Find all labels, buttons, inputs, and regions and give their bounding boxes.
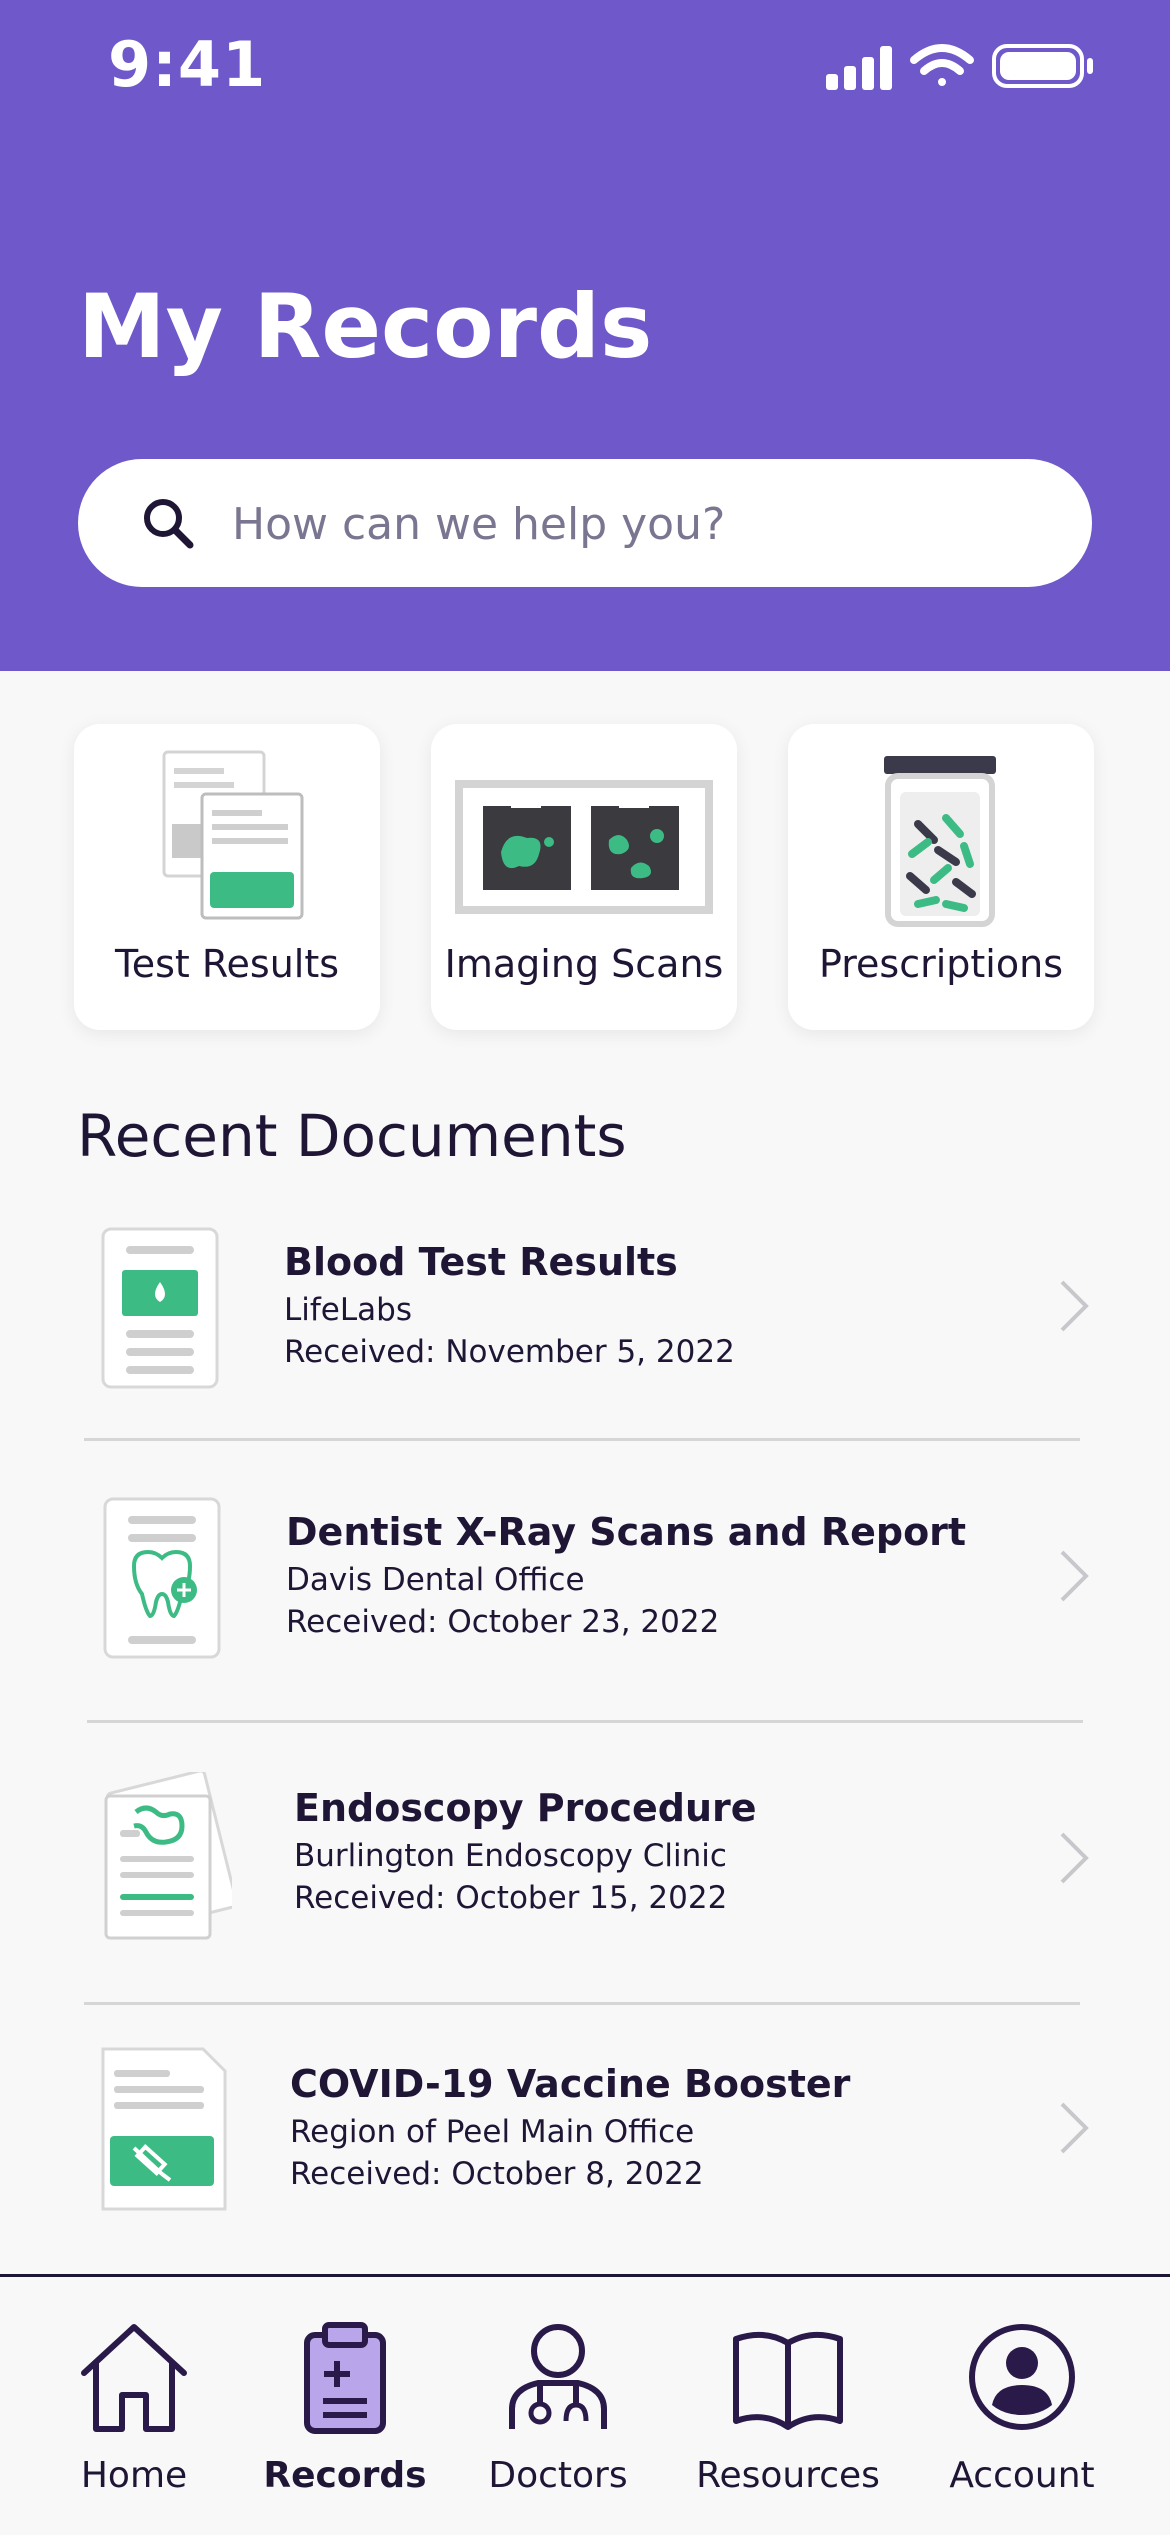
tab-label: Resources bbox=[696, 2455, 880, 2496]
status-time: 9:41 bbox=[108, 28, 267, 101]
search-input[interactable] bbox=[230, 459, 1054, 589]
category-label: Imaging Scans bbox=[444, 942, 724, 986]
test-results-illustration bbox=[162, 750, 304, 920]
tab-records[interactable]: Records bbox=[245, 2277, 445, 2535]
document-source: LifeLabs bbox=[284, 1292, 412, 1328]
tab-bar: Home Records Doctors Resources Account bbox=[0, 2274, 1170, 2535]
vaccine-document-icon bbox=[101, 2047, 227, 2211]
wifi-icon bbox=[910, 44, 974, 86]
chevron-right-icon bbox=[1060, 1550, 1089, 1602]
prescriptions-illustration bbox=[884, 756, 996, 927]
search-bar[interactable] bbox=[78, 459, 1092, 589]
clipboard-icon bbox=[304, 2322, 386, 2434]
search-icon bbox=[144, 499, 194, 549]
chevron-right-icon bbox=[1060, 2102, 1089, 2154]
book-icon bbox=[733, 2331, 843, 2430]
tab-doctors[interactable]: Doctors bbox=[458, 2277, 658, 2535]
signal-icon bbox=[826, 46, 892, 90]
imaging-scans-illustration bbox=[455, 780, 713, 914]
tab-label: Records bbox=[263, 2455, 427, 2496]
home-icon bbox=[81, 2324, 187, 2432]
document-source: Davis Dental Office bbox=[286, 1562, 585, 1598]
section-title: Recent Documents bbox=[77, 1102, 627, 1170]
divider bbox=[84, 1438, 1080, 1441]
endoscopy-document-icon bbox=[104, 1772, 232, 1940]
chevron-right-icon bbox=[1060, 1832, 1089, 1884]
blood-test-document-icon bbox=[101, 1227, 219, 1389]
category-test-results[interactable]: Test Results bbox=[74, 724, 380, 1030]
tab-label: Account bbox=[949, 2455, 1095, 2496]
tab-label: Doctors bbox=[488, 2455, 628, 2496]
category-imaging-scans[interactable]: Imaging Scans bbox=[431, 724, 737, 1030]
header: 9:41 My Records bbox=[0, 0, 1170, 671]
status-icons bbox=[826, 44, 1093, 90]
document-source: Region of Peel Main Office bbox=[290, 2114, 695, 2150]
document-title: COVID-19 Vaccine Booster bbox=[290, 2062, 851, 2106]
document-date: Received: October 23, 2022 bbox=[286, 1604, 720, 1640]
account-icon bbox=[969, 2324, 1075, 2430]
tab-resources[interactable]: Resources bbox=[688, 2277, 888, 2535]
divider bbox=[84, 2002, 1080, 2005]
tab-account[interactable]: Account bbox=[922, 2277, 1122, 2535]
category-label: Test Results bbox=[114, 942, 340, 986]
document-date: Received: November 5, 2022 bbox=[284, 1334, 735, 1370]
document-row[interactable]: Endoscopy Procedure Burlington Endoscopy… bbox=[60, 1766, 1090, 2006]
document-title: Endoscopy Procedure bbox=[294, 1786, 757, 1830]
document-title: Blood Test Results bbox=[284, 1240, 678, 1284]
divider bbox=[87, 1720, 1083, 1723]
battery-icon bbox=[992, 44, 1093, 88]
document-row[interactable]: Blood Test Results LifeLabs Received: No… bbox=[60, 1220, 1090, 1460]
category-prescriptions[interactable]: Prescriptions bbox=[788, 724, 1094, 1030]
document-source: Burlington Endoscopy Clinic bbox=[294, 1838, 727, 1874]
document-date: Received: October 8, 2022 bbox=[290, 2156, 704, 2192]
document-row[interactable]: Dentist X-Ray Scans and Report Davis Den… bbox=[60, 1490, 1090, 1730]
tab-home[interactable]: Home bbox=[34, 2277, 234, 2535]
page-title: My Records bbox=[78, 275, 653, 378]
document-row[interactable]: COVID-19 Vaccine Booster Region of Peel … bbox=[60, 2044, 1090, 2284]
chevron-right-icon bbox=[1060, 1280, 1089, 1332]
dental-document-icon bbox=[103, 1497, 221, 1659]
document-title: Dentist X-Ray Scans and Report bbox=[286, 1510, 967, 1554]
tab-label: Home bbox=[80, 2455, 188, 2496]
doctor-icon bbox=[509, 2324, 607, 2429]
document-date: Received: October 15, 2022 bbox=[294, 1880, 728, 1916]
category-label: Prescriptions bbox=[819, 942, 1063, 986]
